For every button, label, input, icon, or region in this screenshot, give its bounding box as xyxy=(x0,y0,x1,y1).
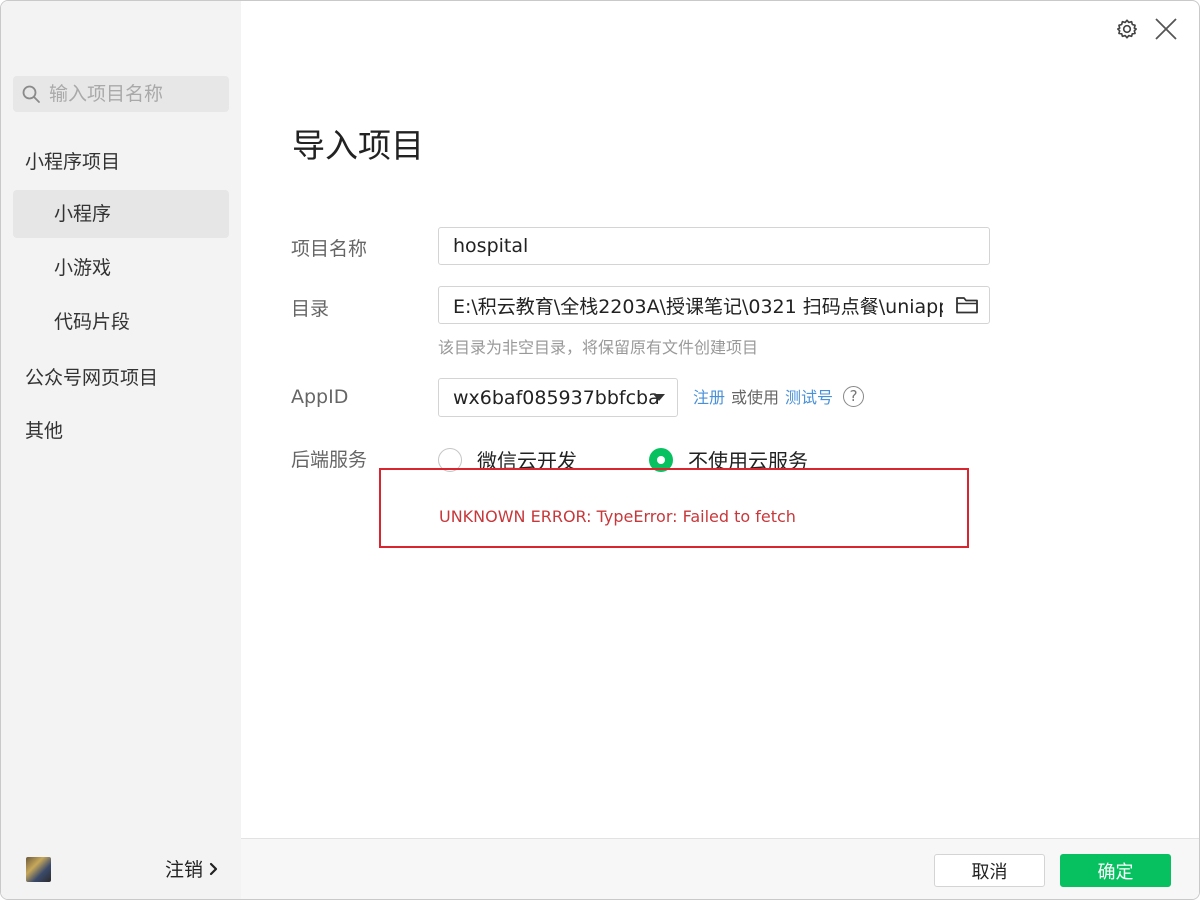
avatar[interactable] xyxy=(26,857,51,882)
caret-down-icon xyxy=(653,394,665,401)
sidebar: 小程序项目 小程序 小游戏 代码片段 公众号网页项目 其他 注销 xyxy=(1,1,241,899)
appid-value: wx6baf085937bbfcba xyxy=(453,386,660,409)
project-name-field[interactable] xyxy=(438,227,990,265)
backend-service-label: 后端服务 xyxy=(291,449,368,471)
directory-field[interactable] xyxy=(438,286,990,324)
project-name-input[interactable] xyxy=(439,228,989,264)
cancel-button[interactable]: 取消 xyxy=(934,854,1045,887)
or-use-text: 或使用 xyxy=(731,388,780,407)
confirm-button[interactable]: 确定 xyxy=(1060,854,1171,887)
search-input[interactable] xyxy=(47,82,227,106)
appid-links: 注册 或使用 测试号 ? xyxy=(693,384,865,408)
sidebar-footer: 注销 xyxy=(1,839,241,899)
error-message: UNKNOWN ERROR: TypeError: Failed to fetc… xyxy=(439,507,796,526)
sidebar-item-minigame[interactable]: 小游戏 xyxy=(13,244,229,292)
bottom-action-bar: 取消 确定 xyxy=(241,838,1199,899)
gear-icon[interactable] xyxy=(1116,18,1138,40)
sidebar-item-miniprogram[interactable]: 小程序 xyxy=(13,190,229,238)
test-account-link[interactable]: 测试号 xyxy=(785,384,833,408)
directory-hint: 该目录为非空目录，将保留原有文件创建项目 xyxy=(438,338,759,357)
project-search[interactable] xyxy=(13,76,229,112)
help-icon[interactable]: ? xyxy=(843,385,865,407)
page-title: 导入项目 xyxy=(292,126,424,165)
error-highlight-box: UNKNOWN ERROR: TypeError: Failed to fetc… xyxy=(379,468,969,548)
directory-input[interactable] xyxy=(439,287,989,323)
import-project-window: 小程序项目 小程序 小游戏 代码片段 公众号网页项目 其他 注销 导入项目 项目… xyxy=(0,0,1200,900)
directory-label: 目录 xyxy=(291,298,330,320)
close-icon[interactable] xyxy=(1154,17,1178,41)
sidebar-group-other[interactable]: 其他 xyxy=(25,416,63,443)
sidebar-item-code-snippet[interactable]: 代码片段 xyxy=(13,298,229,346)
folder-icon[interactable] xyxy=(955,295,979,315)
search-icon xyxy=(22,85,40,103)
sidebar-group-official-account[interactable]: 公众号网页项目 xyxy=(25,363,158,390)
logout-button[interactable]: 注销 xyxy=(165,855,219,882)
chevron-right-icon xyxy=(209,862,218,875)
sidebar-group-miniprogram[interactable]: 小程序项目 xyxy=(25,147,120,174)
logout-label: 注销 xyxy=(164,859,203,881)
appid-label: AppID xyxy=(291,386,349,408)
project-name-label: 项目名称 xyxy=(291,238,368,260)
appid-select[interactable]: wx6baf085937bbfcba xyxy=(438,378,678,417)
register-link[interactable]: 注册 xyxy=(693,384,725,408)
